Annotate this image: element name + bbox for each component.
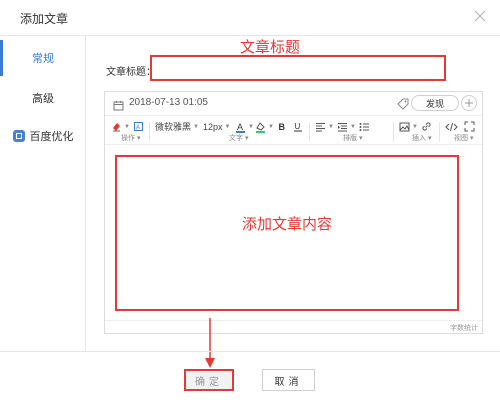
dialog-footer: 确定 取消 — [0, 351, 500, 403]
svg-text:A: A — [136, 125, 140, 131]
dialog-header: 添加文章 — [0, 0, 500, 36]
sidebar-item-label: 常规 — [32, 53, 54, 65]
dialog-title: 添加文章 — [20, 12, 69, 26]
calendar-icon[interactable] — [113, 98, 124, 111]
toolbar-group-text: 文字 ▾ — [229, 135, 249, 142]
highlight-color-icon[interactable]: ▼ — [255, 120, 274, 133]
add-icon[interactable] — [461, 95, 477, 111]
main-panel: 文章标题 文章标题： 2018-07-13 01:05 发现 ▼ A 微软雅黑 … — [86, 36, 500, 351]
title-annotation: 文章标题 — [240, 38, 301, 56]
toolbar-group-layout: 排版 ▾ — [343, 135, 363, 142]
sidebar-item-label: 高级 — [32, 93, 54, 105]
seo-badge-icon — [12, 130, 25, 142]
sidebar-item-baidu-seo[interactable]: 百度优化 — [0, 116, 86, 156]
eraser-icon[interactable]: ▼ — [111, 120, 130, 133]
cancel-button[interactable]: 取消 — [262, 369, 315, 391]
add-article-dialog: 添加文章 常规 高级 百度优化 文章标题 文章标题： 2018-07-13 01… — [0, 0, 500, 403]
svg-text:U: U — [295, 122, 301, 131]
font-color-icon[interactable]: A ▼ — [235, 120, 254, 133]
word-count-label[interactable]: 字数统计 — [450, 323, 478, 333]
article-title-input[interactable] — [150, 55, 446, 81]
svg-text:B: B — [279, 122, 286, 132]
editor-meta-bar: 2018-07-13 01:05 发现 — [105, 92, 482, 116]
font-family-value: 微软雅黑 — [155, 122, 192, 132]
bold-icon[interactable]: B — [277, 120, 287, 133]
publish-button[interactable]: 发现 — [411, 95, 459, 111]
sidebar-item-general[interactable]: 常规 — [0, 38, 86, 78]
confirm-button[interactable]: 确定 — [184, 369, 234, 391]
sidebar-item-advanced[interactable]: 高级 — [0, 78, 86, 118]
fullscreen-icon[interactable] — [464, 120, 475, 133]
svg-text:A: A — [237, 122, 243, 132]
article-content-area[interactable]: 添加文章内容 — [115, 155, 459, 311]
editor-toolbar: ▼ A 微软雅黑 ▼ 12px ▼ A ▼ ▼ B U ▼ ▼ ▼ 操作 ▾ 文… — [105, 117, 482, 145]
title-label: 文章标题： — [106, 67, 156, 78]
list-icon[interactable] — [359, 120, 370, 133]
format-painter-icon[interactable]: A — [133, 120, 144, 133]
content-annotation: 添加文章内容 — [241, 215, 332, 233]
toolbar-group-insert: 插入 ▾ — [412, 135, 432, 142]
align-icon[interactable]: ▼ — [315, 120, 334, 133]
code-icon[interactable] — [445, 120, 458, 133]
sidebar-item-label: 百度优化 — [29, 131, 74, 143]
publish-date[interactable]: 2018-07-13 01:05 — [129, 97, 208, 108]
sidebar: 常规 高级 百度优化 — [0, 36, 86, 351]
link-icon[interactable] — [421, 120, 432, 133]
rich-text-editor: 2018-07-13 01:05 发现 ▼ A 微软雅黑 ▼ 12px ▼ A … — [104, 91, 483, 334]
font-size-value: 12px — [203, 121, 223, 132]
image-icon[interactable]: ▼ — [399, 120, 418, 133]
underline-icon[interactable]: U — [293, 120, 303, 133]
font-size-select[interactable]: 12px ▼ — [203, 120, 230, 133]
toolbar-group-view: 视图 ▾ — [454, 135, 474, 142]
indent-icon[interactable]: ▼ — [337, 120, 356, 133]
font-family-select[interactable]: 微软雅黑 ▼ — [155, 120, 199, 133]
editor-status-bar: 字数统计 — [105, 320, 482, 333]
toolbar-group-operation: 操作 ▾ — [121, 135, 141, 142]
close-icon[interactable] — [472, 8, 488, 24]
tag-icon[interactable] — [397, 97, 409, 110]
